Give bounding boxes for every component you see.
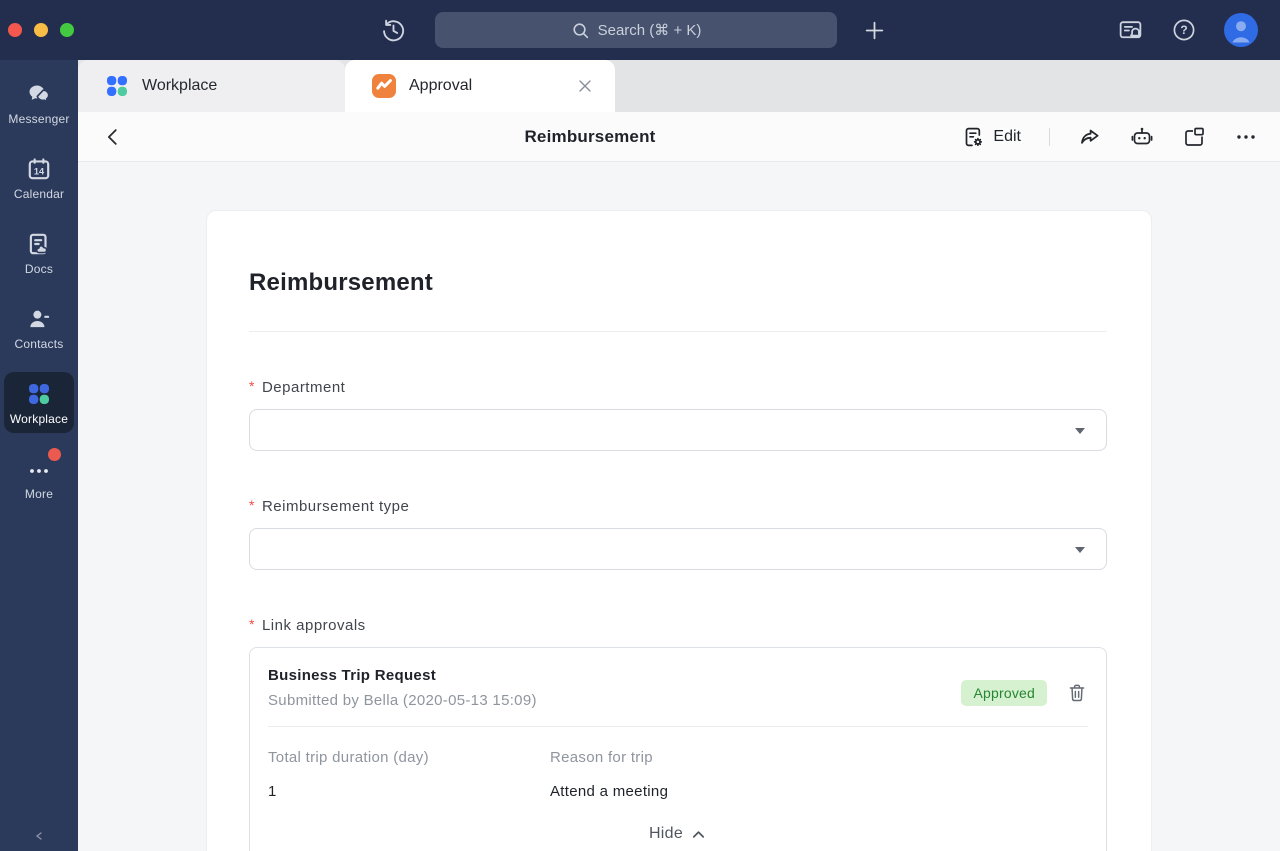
history-button[interactable] [380, 17, 407, 44]
plus-icon [862, 18, 887, 43]
edit-button-label: Edit [993, 128, 1021, 146]
detail-duration: Total trip duration (day) 1 [268, 749, 550, 800]
form-card: Reimbursement *Department *Reimbursement… [206, 210, 1152, 851]
sidebar-item-label: Workplace [10, 412, 68, 426]
share-button[interactable] [1078, 125, 1102, 149]
edit-form-icon [961, 125, 985, 149]
notification-badge [48, 448, 61, 461]
topbar-right: ? [1117, 0, 1258, 60]
field-label: *Link approvals [249, 616, 1107, 634]
sidebar-collapse-handle[interactable] [34, 831, 44, 841]
status-badge: Approved [961, 680, 1047, 706]
required-asterisk: * [249, 497, 255, 513]
window-controls [8, 23, 74, 37]
app-window: Search (⌘ + K) [0, 0, 1280, 851]
department-select[interactable] [249, 409, 1107, 451]
messenger-icon [26, 81, 52, 107]
hide-details-button[interactable]: Hide [268, 800, 1088, 851]
more-actions-button[interactable] [1234, 125, 1258, 149]
close-window-button[interactable] [8, 23, 22, 37]
sidebar-item-label: Messenger [8, 112, 69, 126]
header-actions: Edit [961, 112, 1258, 162]
chevron-down-icon [1075, 547, 1085, 553]
field-link-approvals: *Link approvals Business Trip Request Su… [249, 616, 1107, 851]
field-label: *Department [249, 378, 1107, 396]
tab-label: Approval [409, 77, 472, 95]
tab-workplace[interactable]: Workplace [78, 60, 345, 112]
chevron-up-icon [690, 826, 707, 843]
help-button[interactable]: ? [1171, 17, 1197, 43]
sidebar-item-contacts[interactable]: Contacts [4, 297, 74, 358]
required-asterisk: * [249, 616, 255, 632]
required-asterisk: * [249, 378, 255, 394]
linked-approval-submitted: Submitted by Bella (2020-05-13 15:09) [268, 692, 961, 709]
contacts-icon [26, 306, 52, 332]
svg-text:?: ? [1180, 23, 1187, 37]
field-label: *Reimbursement type [249, 497, 1107, 515]
history-clock-icon [380, 17, 407, 44]
search-input[interactable]: Search (⌘ + K) [435, 12, 837, 48]
new-tab-button[interactable] [862, 18, 887, 43]
field-reimbursement-type: *Reimbursement type [249, 497, 1107, 570]
help-icon: ? [1171, 17, 1197, 43]
field-department: *Department [249, 378, 1107, 451]
tab-bar: Workplace Approval [78, 60, 1280, 112]
search-icon [571, 21, 590, 40]
announcements-button[interactable] [1117, 17, 1144, 44]
sidebar-item-label: More [25, 487, 53, 501]
sidebar-item-docs[interactable]: Docs [4, 222, 74, 283]
more-dots-icon [26, 456, 52, 482]
content-area: Reimbursement *Department *Reimbursement… [78, 162, 1280, 851]
sidebar: Messenger 14 Calendar Docs [0, 60, 78, 851]
tab-label: Workplace [142, 77, 217, 95]
edit-button[interactable]: Edit [961, 125, 1021, 149]
chevron-down-icon [1075, 428, 1085, 434]
tab-approval[interactable]: Approval [345, 60, 615, 112]
sidebar-item-messenger[interactable]: Messenger [4, 72, 74, 133]
form-title: Reimbursement [249, 269, 1107, 297]
hide-label: Hide [649, 825, 683, 843]
calendar-icon: 14 [26, 156, 52, 182]
docs-icon [26, 231, 52, 257]
search-placeholder: Search (⌘ + K) [598, 21, 702, 39]
topbar: Search (⌘ + K) [0, 0, 1280, 60]
back-button[interactable] [102, 126, 124, 148]
user-avatar[interactable] [1224, 13, 1258, 47]
announcement-bell-icon [1117, 17, 1144, 44]
bot-button[interactable] [1130, 125, 1154, 149]
close-tab-icon[interactable] [577, 78, 593, 94]
workplace-icon [26, 381, 52, 407]
avatar-person-icon [1224, 13, 1258, 47]
open-in-window-button[interactable] [1182, 125, 1206, 149]
document-header: Reimbursement Edit [78, 112, 1280, 162]
main-area: Workplace Approval [78, 60, 1280, 851]
minimize-window-button[interactable] [34, 23, 48, 37]
header-divider [1049, 128, 1050, 146]
title-divider [249, 331, 1107, 332]
sidebar-item-label: Calendar [14, 187, 64, 201]
linked-approval-header: Business Trip Request Submitted by Bella… [268, 648, 1088, 709]
sidebar-item-label: Docs [25, 262, 53, 276]
reimbursement-type-select[interactable] [249, 528, 1107, 570]
delete-linked-approval-button[interactable] [1066, 682, 1088, 704]
sidebar-item-workplace[interactable]: Workplace [4, 372, 74, 433]
linked-approval-card[interactable]: Business Trip Request Submitted by Bella… [249, 647, 1107, 851]
svg-text:14: 14 [34, 166, 45, 176]
page-title: Reimbursement [524, 112, 655, 162]
workplace-tab-icon [104, 73, 130, 99]
approval-tab-icon [371, 73, 397, 99]
detail-reason: Reason for trip Attend a meeting [550, 749, 832, 800]
linked-approval-title: Business Trip Request [268, 667, 961, 684]
sidebar-item-more[interactable]: More [4, 447, 74, 508]
linked-approval-details: Total trip duration (day) 1 Reason for t… [268, 727, 1088, 800]
zoom-window-button[interactable] [60, 23, 74, 37]
sidebar-item-label: Contacts [15, 337, 64, 351]
sidebar-item-calendar[interactable]: 14 Calendar [4, 147, 74, 208]
